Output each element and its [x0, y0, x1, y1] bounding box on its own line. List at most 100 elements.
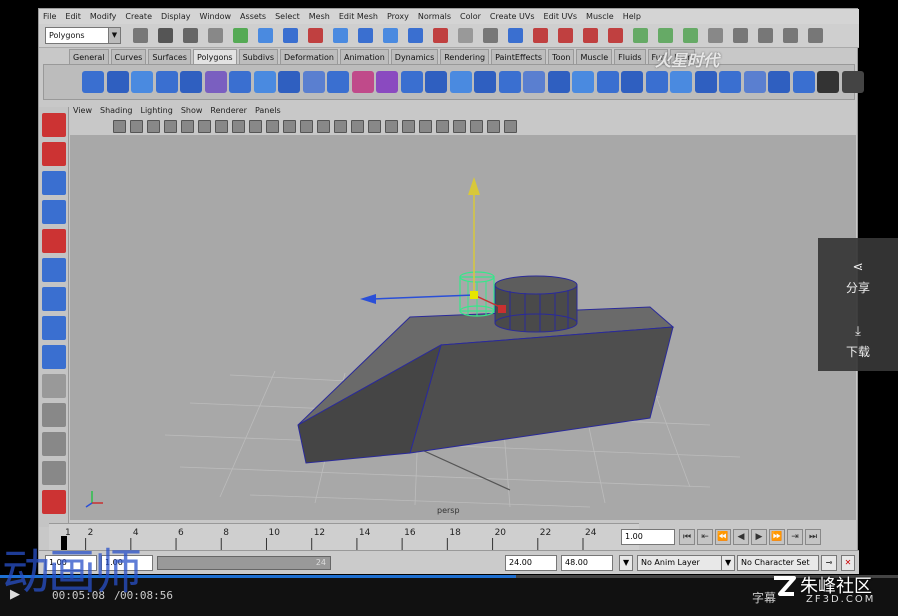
menu-file[interactable]: File: [43, 9, 56, 24]
move-z-axis[interactable]: [371, 294, 475, 300]
status-line-icon[interactable]: [533, 28, 548, 43]
status-line-icon[interactable]: [333, 28, 348, 43]
shelf-tab-fluids[interactable]: Fluids: [614, 49, 646, 64]
step-back-key-icon[interactable]: ⇤: [697, 529, 713, 545]
polygon-tool-icon[interactable]: [817, 71, 839, 93]
panel-toolbar-icon[interactable]: [504, 120, 517, 133]
menu-create[interactable]: Create: [125, 9, 152, 24]
shelf-tab-rendering[interactable]: Rendering: [440, 49, 490, 64]
polygon-tool-icon[interactable]: [768, 71, 790, 93]
menu-edit-mesh[interactable]: Edit Mesh: [339, 9, 378, 24]
anim-layer-dropdown[interactable]: No Anim Layer: [637, 555, 729, 571]
polygon-tool-icon[interactable]: [204, 71, 227, 93]
status-line-icon[interactable]: [508, 28, 523, 43]
menu-color[interactable]: Color: [460, 9, 481, 24]
status-line-icon[interactable]: [358, 28, 373, 43]
range-slider[interactable]: 24: [157, 556, 331, 570]
auto-key-icon[interactable]: ⊸: [821, 555, 837, 571]
shelf-tab-curves[interactable]: Curves: [110, 49, 147, 64]
move-x-handle[interactable]: [498, 305, 506, 313]
shelf-tab-animation[interactable]: Animation: [339, 49, 389, 64]
shelf-tab-painteffects[interactable]: PaintEffects: [491, 49, 547, 64]
status-line-icon[interactable]: [183, 28, 198, 43]
panel-toolbar-icon[interactable]: [334, 120, 347, 133]
move-y-arrow-icon[interactable]: [468, 177, 480, 195]
panel-toolbar-icon[interactable]: [351, 120, 364, 133]
go-to-start-icon[interactable]: ⏮: [679, 529, 695, 545]
status-line-icon[interactable]: [658, 28, 673, 43]
panel-menu-panels[interactable]: Panels: [255, 105, 281, 117]
status-line-icon[interactable]: [233, 28, 248, 43]
polygon-tool-icon[interactable]: [106, 71, 129, 93]
panel-toolbar-icon[interactable]: [249, 120, 262, 133]
menu-mesh[interactable]: Mesh: [309, 9, 330, 24]
shelf-tab-toon[interactable]: Toon: [548, 49, 575, 64]
toolbox-tool-icon[interactable]: [42, 461, 66, 485]
toolbox-tool-icon[interactable]: [42, 316, 66, 340]
shelf-tab-surfaces[interactable]: Surfaces: [148, 49, 191, 64]
cylinder-mesh[interactable]: [494, 275, 578, 333]
status-line-icon[interactable]: [683, 28, 698, 43]
toolbox-tool-icon[interactable]: [42, 229, 66, 253]
panel-toolbar-icon[interactable]: [266, 120, 279, 133]
status-line-icon[interactable]: [258, 28, 273, 43]
status-line-icon[interactable]: [558, 28, 573, 43]
perspective-viewport[interactable]: [70, 135, 856, 520]
status-line-icon[interactable]: [133, 28, 148, 43]
polygon-tool-icon[interactable]: [841, 71, 864, 93]
end-time-field[interactable]: 48.00: [561, 555, 613, 571]
panel-toolbar-icon[interactable]: [470, 120, 483, 133]
polygon-tool-icon[interactable]: [621, 71, 643, 93]
panel-toolbar-icon[interactable]: [198, 120, 211, 133]
menu-modify[interactable]: Modify: [90, 9, 117, 24]
menu-create-uvs[interactable]: Create UVs: [490, 9, 535, 24]
panel-toolbar-icon[interactable]: [453, 120, 466, 133]
panel-toolbar-icon[interactable]: [113, 120, 126, 133]
status-line-icon[interactable]: [758, 28, 773, 43]
status-line-icon[interactable]: [608, 28, 623, 43]
status-line-icon[interactable]: [283, 28, 298, 43]
panel-toolbar-icon[interactable]: [368, 120, 381, 133]
polygon-tool-icon[interactable]: [645, 71, 668, 93]
panel-toolbar-icon[interactable]: [181, 120, 194, 133]
menu-help[interactable]: Help: [623, 9, 641, 24]
menu-assets[interactable]: Assets: [240, 9, 266, 24]
status-line-icon[interactable]: [308, 28, 323, 43]
polygon-tool-icon[interactable]: [351, 71, 374, 93]
polygon-tool-icon[interactable]: [278, 71, 300, 93]
move-z-arrow-icon[interactable]: [360, 294, 376, 304]
polygon-tool-icon[interactable]: [180, 71, 202, 93]
shelf-tab-subdivs[interactable]: Subdivs: [238, 49, 279, 64]
menu-proxy[interactable]: Proxy: [387, 9, 409, 24]
panel-toolbar-icon[interactable]: [487, 120, 500, 133]
toolbox-tool-icon[interactable]: [42, 113, 66, 137]
move-manipulator[interactable]: [360, 177, 506, 313]
step-forward-key-icon[interactable]: ⇥: [787, 529, 803, 545]
toolbox-tool-icon[interactable]: [42, 258, 66, 282]
polygon-tool-icon[interactable]: [670, 71, 692, 93]
polygon-tool-icon[interactable]: [376, 71, 398, 93]
polygon-tool-icon[interactable]: [131, 71, 153, 93]
menu-display[interactable]: Display: [161, 9, 191, 24]
step-forward-frame-icon[interactable]: ⏩: [769, 529, 785, 545]
menu-set-selector[interactable]: Polygons ▼: [45, 27, 121, 44]
polygon-tool-icon[interactable]: [523, 71, 545, 93]
panel-toolbar-icon[interactable]: [385, 120, 398, 133]
status-line-icon[interactable]: [158, 28, 173, 43]
polygon-tool-icon[interactable]: [229, 71, 251, 93]
status-line-icon[interactable]: [808, 28, 823, 43]
menu-edit[interactable]: Edit: [65, 9, 81, 24]
toolbox-tool-icon[interactable]: [42, 200, 66, 224]
polygon-tool-icon[interactable]: [327, 71, 349, 93]
panel-menu-show[interactable]: Show: [181, 105, 203, 117]
panel-toolbar-icon[interactable]: [317, 120, 330, 133]
panel-menu-view[interactable]: View: [73, 105, 92, 117]
wedge-mesh[interactable]: [297, 306, 675, 464]
status-line-icon[interactable]: [483, 28, 498, 43]
toolbox-tool-icon[interactable]: [42, 490, 66, 514]
panel-toolbar-icon[interactable]: [164, 120, 177, 133]
playback-end-field[interactable]: 24.00: [505, 555, 557, 571]
share-button[interactable]: ⋖ 分享: [818, 246, 898, 306]
menu-muscle[interactable]: Muscle: [586, 9, 614, 24]
menu-window[interactable]: Window: [200, 9, 232, 24]
